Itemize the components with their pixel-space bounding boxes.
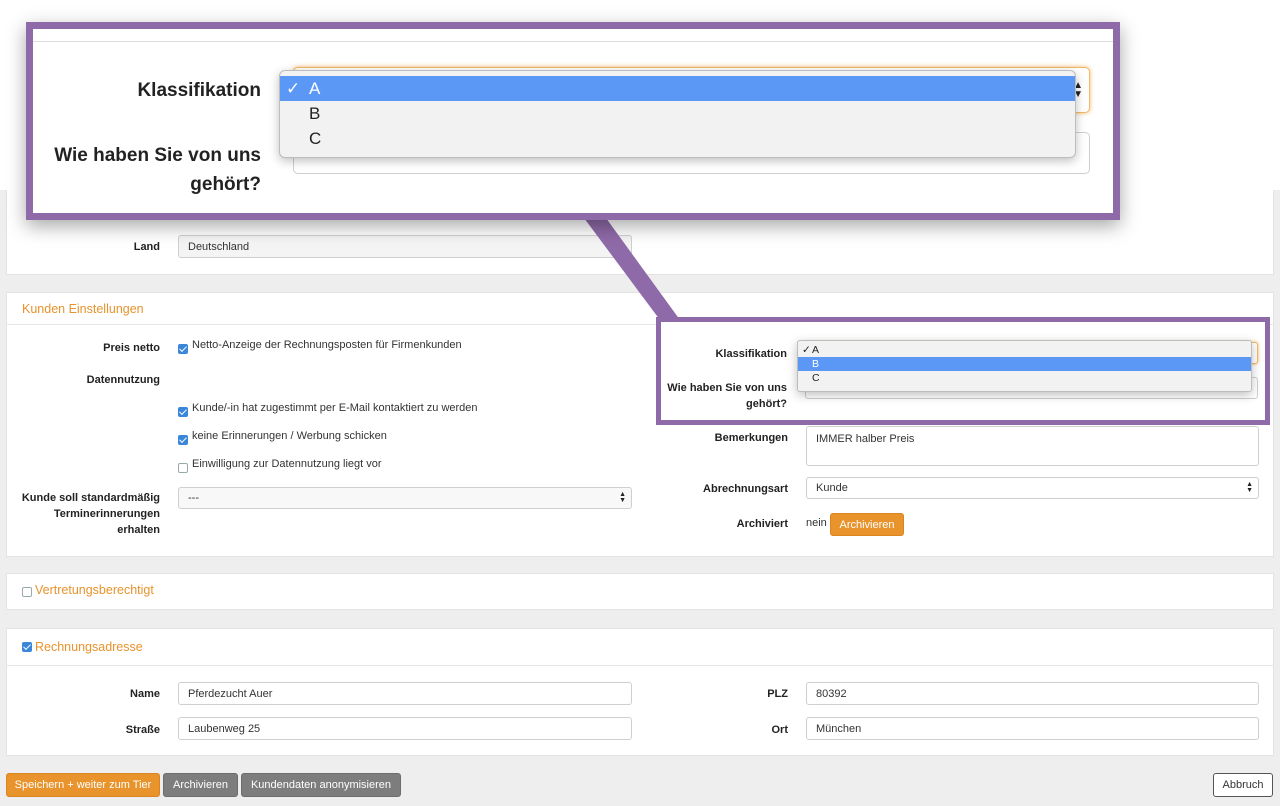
highlight-box: Klassifikation ▲▼ Wie haben Sie von uns … xyxy=(656,317,1270,425)
archiviert-value: nein xyxy=(806,517,827,529)
zoom-divider xyxy=(33,41,1113,42)
abrechnungsart-value: Kunde xyxy=(816,482,848,494)
reminder-label-line-1: Kunde soll standardmäßig xyxy=(21,492,160,504)
rechnungsadresse-checkbox[interactable] xyxy=(22,642,32,652)
land-label: Land xyxy=(133,241,160,253)
klassifikation-option-c-zoom[interactable]: C xyxy=(280,126,1075,151)
vertretung-title: Vertretungsberechtigt xyxy=(35,583,154,597)
name-label: Name xyxy=(130,688,160,700)
wie-label-zoom-2: gehört? xyxy=(190,174,261,195)
bemerkungen-label: Bemerkungen xyxy=(714,432,788,444)
reminder-select-value: --- xyxy=(188,492,199,504)
rechnungsadresse-title: Rechnungsadresse xyxy=(35,640,143,654)
ort-label: Ort xyxy=(771,724,789,736)
strasse-label: Straße xyxy=(125,724,160,736)
zoom-callout: Klassifikation ▲ ▼ Wie haben Sie von uns … xyxy=(26,22,1120,220)
strasse-input[interactable]: Laubenweg 25 xyxy=(178,717,632,740)
wie-label-small-2: gehört? xyxy=(746,398,787,410)
consent-email-checkbox[interactable] xyxy=(178,407,188,417)
wie-label-zoom: Wie haben Sie von uns gehört? xyxy=(33,141,261,199)
klassifikation-option-c-small[interactable]: C xyxy=(798,371,1251,385)
bemerkungen-textarea[interactable]: IMMER halber Preis xyxy=(806,426,1259,466)
plz-input[interactable]: 80392 xyxy=(806,682,1259,705)
reminder-label: Kunde soll standardmäßig Terminerinnerun… xyxy=(12,490,160,538)
save-continue-button[interactable]: Speichern + weiter zum Tier xyxy=(6,773,160,797)
cancel-button[interactable]: Abbruch xyxy=(1213,773,1273,797)
reminder-select[interactable]: --- ▲ ▼ xyxy=(178,487,632,509)
ort-input[interactable]: München xyxy=(806,717,1259,740)
checkmark-icon: ✓ xyxy=(802,344,811,356)
reminder-label-line-2: Terminerinnerungen xyxy=(53,508,160,520)
select-arrows-icon: ▲▼ xyxy=(619,491,626,504)
klassifikation-label-zoom: Klassifikation xyxy=(137,80,261,101)
klassifikation-dropdown-zoom: ✓ A B C xyxy=(279,70,1076,158)
klassifikation-option-a-small[interactable]: ✓ A xyxy=(798,343,1251,357)
no-reminders-checkbox[interactable] xyxy=(178,435,188,445)
option-label: B xyxy=(812,358,820,370)
rechnungsadresse-head: Rechnungsadresse xyxy=(7,629,1273,666)
no-reminders-text: keine Erinnerungen / Werbung schicken xyxy=(192,430,387,442)
consent-data-text: Einwilligung zur Datennutzung liegt vor xyxy=(192,458,382,470)
consent-email-text: Kunde/-in hat zugestimmt per E-Mail kont… xyxy=(192,402,478,414)
option-label: C xyxy=(309,128,322,148)
reminder-label-line-3: erhalten xyxy=(117,524,160,536)
klassifikation-option-a-zoom[interactable]: ✓ A xyxy=(280,76,1075,101)
vertretung-checkbox[interactable] xyxy=(22,587,32,597)
name-input[interactable]: Pferdezucht Auer xyxy=(178,682,632,705)
wie-label-small: Wie haben Sie von uns gehört? xyxy=(661,380,787,412)
wie-label-zoom-1: Wie haben Sie von uns xyxy=(54,145,261,166)
plz-label: PLZ xyxy=(767,688,788,700)
option-label: C xyxy=(812,372,820,384)
datennutzung-label: Datennutzung xyxy=(86,374,160,386)
option-label: A xyxy=(812,344,820,356)
archive-button[interactable]: Archivieren xyxy=(163,773,238,797)
abrechnungsart-label: Abrechnungsart xyxy=(703,483,788,495)
anonymize-button[interactable]: Kundendaten anonymisieren xyxy=(241,773,401,797)
klassifikation-option-b-small[interactable]: B xyxy=(798,357,1251,371)
archiviert-label: Archiviert xyxy=(736,518,788,530)
preis-netto-label: Preis netto xyxy=(103,342,160,354)
preis-netto-checkbox[interactable] xyxy=(178,344,188,354)
klassifikation-label-small: Klassifikation xyxy=(715,348,787,360)
option-label: B xyxy=(309,103,321,123)
archivieren-inline-button[interactable]: Archivieren xyxy=(830,513,904,536)
rechnungsadresse-panel: Rechnungsadresse Name Pferdezucht Auer S… xyxy=(6,628,1274,756)
consent-data-checkbox[interactable] xyxy=(178,463,188,473)
option-label: A xyxy=(309,78,321,98)
wie-label-small-1: Wie haben Sie von uns xyxy=(667,382,787,394)
abrechnungsart-select[interactable]: Kunde ▲ ▼ xyxy=(806,477,1259,499)
preis-netto-text: Netto-Anzeige der Rechnungsposten für Fi… xyxy=(192,339,462,351)
klassifikation-option-b-zoom[interactable]: B xyxy=(280,101,1075,126)
klassifikation-dropdown-small: ✓ A B C xyxy=(797,340,1252,392)
land-input[interactable]: Deutschland xyxy=(178,235,632,258)
vertretung-panel: Vertretungsberechtigt xyxy=(6,573,1274,610)
checkmark-icon: ✓ xyxy=(286,78,301,98)
select-arrows-icon: ▲▼ xyxy=(1246,481,1253,494)
